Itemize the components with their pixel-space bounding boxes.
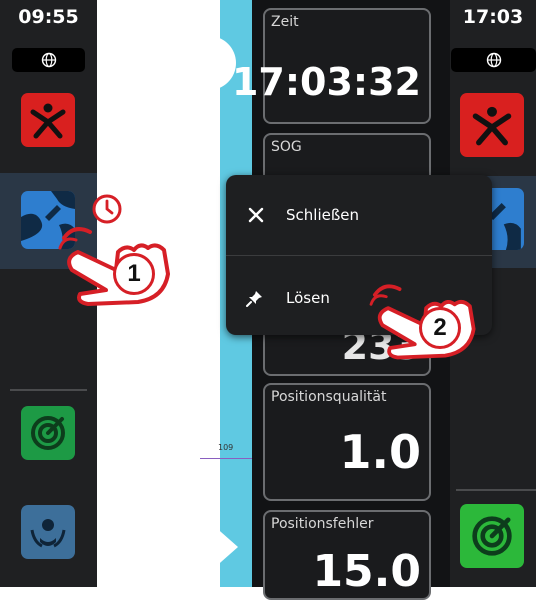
data-box-value: 1.0 (339, 425, 422, 479)
menu-item-schliessen[interactable]: Schließen (226, 185, 492, 245)
chart-contour-line (200, 458, 252, 459)
mob-app-tile[interactable] (460, 93, 524, 157)
right-status-pill[interactable] (451, 48, 536, 72)
mob-person-icon (472, 106, 512, 146)
menu-item-label: Lösen (286, 289, 330, 307)
step-number-label: 1 (127, 260, 141, 287)
step-number-badge: 2 (419, 307, 461, 349)
right-divider (456, 489, 536, 491)
left-status-pill[interactable] (12, 48, 85, 72)
radar-app-tile[interactable] (21, 406, 75, 460)
radar-app-tile[interactable] (460, 504, 524, 568)
data-box-label: Positionsqualität (271, 389, 387, 405)
step-number-label: 2 (433, 314, 447, 341)
data-box-label: Positionsfehler (271, 516, 374, 532)
right-clock: 17:03 (462, 6, 524, 28)
pin-icon (246, 291, 262, 307)
mob-app-tile[interactable] (21, 93, 75, 147)
radar-icon (472, 516, 512, 556)
autopilot-app-tile[interactable] (21, 505, 75, 559)
step-number-badge: 1 (113, 253, 155, 295)
menu-separator (226, 255, 492, 256)
chart-scale-label: 109 (218, 443, 234, 452)
mob-person-icon (30, 103, 66, 139)
autopilot-icon (30, 519, 66, 548)
data-box-zeit[interactable]: Zeit 17:03:32 (232, 8, 431, 124)
data-box-label: SOG (271, 139, 302, 155)
data-box-value: 17:03:32 (231, 60, 421, 104)
data-box-positionsqualitaet[interactable]: Positionsqualität 1.0 (263, 383, 431, 501)
globe-icon (486, 52, 501, 68)
left-divider (10, 389, 87, 391)
close-icon (248, 207, 264, 223)
left-clock: 09:55 (18, 6, 79, 28)
radar-icon (31, 416, 65, 450)
globe-icon (41, 52, 56, 68)
data-box-value: 15.0 (312, 546, 421, 597)
data-box-label: Zeit (271, 14, 299, 30)
menu-item-label: Schließen (286, 206, 360, 224)
